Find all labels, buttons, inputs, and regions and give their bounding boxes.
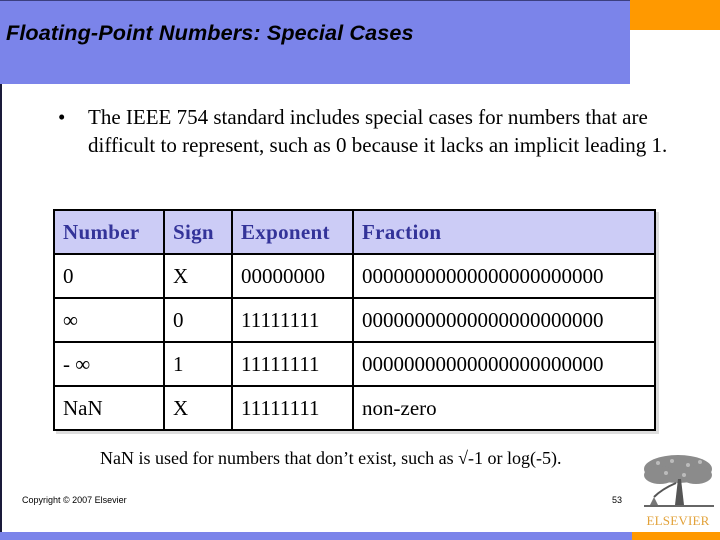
table-row: - ∞ 1 11111111 00000000000000000000000 [53, 341, 656, 387]
cell-sign: 0 [163, 297, 233, 343]
cell-number: NaN [53, 385, 165, 431]
cell-fraction: non-zero [352, 385, 656, 431]
cell-exponent: 11111111 [231, 385, 354, 431]
header-fraction: Fraction [352, 209, 656, 255]
title-bar: Floating-Point Numbers: Special Cases [0, 0, 630, 84]
cell-fraction: 00000000000000000000000 [352, 341, 656, 387]
cell-sign: 1 [163, 341, 233, 387]
cell-fraction: 00000000000000000000000 [352, 297, 656, 343]
copyright-notice: Copyright © 2007 Elsevier [22, 495, 127, 505]
cell-sign: X [163, 253, 233, 299]
header-number: Number [53, 209, 165, 255]
table-header-row: Number Sign Exponent Fraction [53, 209, 656, 255]
bullet-icon: • [58, 105, 66, 129]
cell-fraction: 00000000000000000000000 [352, 253, 656, 299]
table-row: ∞ 0 11111111 00000000000000000000000 [53, 297, 656, 343]
elsevier-tree-icon [644, 455, 714, 507]
header-sign: Sign [163, 209, 233, 255]
cell-exponent: 00000000 [231, 253, 354, 299]
elsevier-logo: ELSEVIER [638, 453, 718, 529]
page-number: 53 [612, 495, 623, 505]
cell-number: ∞ [53, 297, 165, 343]
cell-number: - ∞ [53, 341, 165, 387]
table-row: 0 X 00000000 00000000000000000000000 [53, 253, 656, 299]
cell-exponent: 11111111 [231, 297, 354, 343]
title-bar-top-line [0, 0, 630, 1]
accent-bar [630, 0, 720, 30]
cell-sign: X [163, 385, 233, 431]
special-cases-table: Number Sign Exponent Fraction 0 X 000000… [53, 209, 656, 431]
bullet-text: The IEEE 754 standard includes special c… [88, 105, 668, 157]
header-exponent: Exponent [231, 209, 354, 255]
cell-number: 0 [53, 253, 165, 299]
bottom-bar-orange [632, 532, 720, 540]
table-row: NaN X 11111111 non-zero [53, 385, 656, 431]
bottom-bar-blue [0, 532, 632, 540]
elsevier-logo-text: ELSEVIER [646, 513, 710, 528]
cell-exponent: 11111111 [231, 341, 354, 387]
bullet-point: • The IEEE 754 standard includes special… [58, 103, 668, 159]
footnote: NaN is used for numbers that don’t exist… [100, 448, 562, 468]
slide-title: Floating-Point Numbers: Special Cases [6, 22, 414, 45]
